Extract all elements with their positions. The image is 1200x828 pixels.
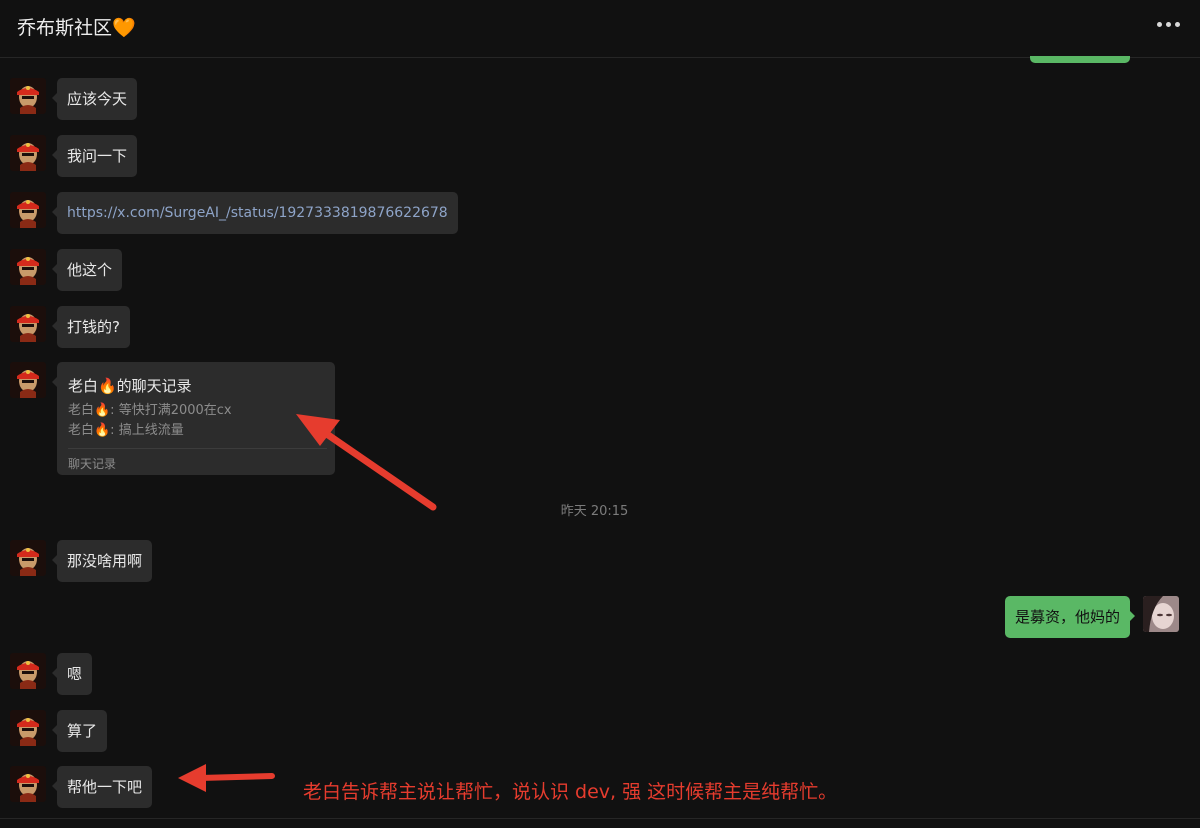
- arrow-line-icon: [197, 773, 275, 781]
- divider: [0, 818, 1200, 819]
- arrow-line-icon: [314, 424, 437, 511]
- annotation-text: 老白告诉帮主说让帮忙，说认识 dev, 强 这时候帮主是纯帮忙。: [303, 781, 838, 803]
- arrow-head-icon: [178, 764, 206, 792]
- annotation-arrows: [178, 414, 437, 792]
